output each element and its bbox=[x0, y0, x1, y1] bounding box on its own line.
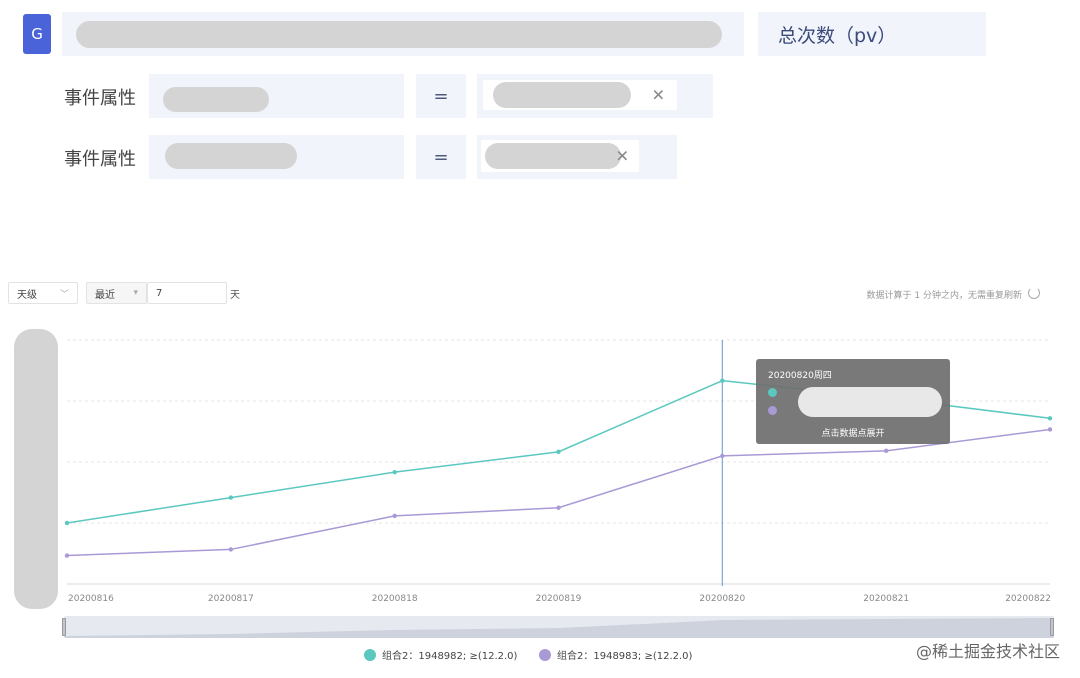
filter-2-value-box[interactable]: ✕ bbox=[477, 135, 677, 179]
slider-left-handle[interactable] bbox=[62, 618, 66, 636]
series-2-point[interactable] bbox=[64, 553, 70, 558]
series-1-point[interactable] bbox=[720, 378, 725, 383]
redacted-value-1 bbox=[493, 82, 631, 108]
tooltip-series1-dot bbox=[768, 388, 777, 397]
range-value-input[interactable]: 7 bbox=[147, 282, 227, 304]
redacted-property-2 bbox=[165, 143, 297, 169]
tooltip-title: 20200820周四 bbox=[768, 371, 832, 381]
filter-2-property[interactable] bbox=[149, 135, 404, 179]
x-tick-label: 20200819 bbox=[536, 594, 582, 604]
slider-right-handle[interactable] bbox=[1050, 618, 1054, 636]
granularity-select[interactable]: 天级 ﹀ bbox=[8, 282, 78, 304]
caret-down-icon: ▾ bbox=[133, 288, 138, 298]
x-tick-label: 20200822 bbox=[1005, 594, 1051, 604]
series-2-point[interactable] bbox=[228, 547, 234, 552]
filter-1-property[interactable] bbox=[149, 74, 404, 118]
chart-tooltip: 20200820周四 点击数据点展开 bbox=[756, 359, 950, 444]
legend-item-series2[interactable]: 组合2：1948983; ≥(12.2.0) bbox=[539, 647, 692, 662]
x-tick-label: 20200816 bbox=[68, 594, 114, 604]
legend-dot-series2 bbox=[539, 648, 551, 661]
filter-1-label: 事件属性 bbox=[64, 88, 136, 109]
granularity-value: 天级 bbox=[17, 289, 37, 301]
range-value: 7 bbox=[156, 287, 163, 299]
range-mode-select[interactable]: 最近 ▾ bbox=[86, 282, 147, 304]
filter-1-operator[interactable]: = bbox=[416, 74, 466, 118]
redacted-tooltip-values bbox=[798, 387, 942, 417]
series-2-line bbox=[66, 428, 1051, 557]
redacted-property-1 bbox=[163, 87, 269, 112]
series-1-point[interactable] bbox=[392, 469, 397, 475]
series-2-point[interactable] bbox=[720, 453, 725, 459]
group-badge[interactable]: G bbox=[23, 14, 51, 54]
filter-2-label: 事件属性 bbox=[64, 149, 136, 170]
legend-item-series1[interactable]: 组合2：1948982; ≥(12.2.0) bbox=[364, 647, 517, 662]
chevron-down-icon: ﹀ bbox=[59, 289, 69, 300]
metric-label: 总次数（pv） bbox=[778, 24, 897, 47]
data-zoom-slider[interactable] bbox=[64, 616, 1054, 638]
calc-status-text: 数据计算于 1 分钟之内，无需重复刷新 bbox=[866, 291, 1022, 301]
series-2-point[interactable] bbox=[883, 448, 889, 454]
redacted-value-2 bbox=[485, 143, 621, 169]
filter-1-value-box[interactable]: ✕ bbox=[477, 74, 713, 118]
filter-1-value-tag: ✕ bbox=[483, 80, 677, 110]
event-selector[interactable] bbox=[62, 12, 744, 56]
x-tick-label: 20200820 bbox=[699, 594, 745, 604]
close-icon[interactable]: ✕ bbox=[616, 147, 629, 166]
close-icon[interactable]: ✕ bbox=[652, 86, 665, 105]
tooltip-hint[interactable]: 点击数据点展开 bbox=[756, 426, 950, 439]
site-watermark: @稀土掘金技术社区 bbox=[915, 642, 1060, 661]
series-1-point[interactable] bbox=[556, 449, 561, 455]
redacted-event-name bbox=[76, 21, 722, 48]
legend-label-series2: 组合2：1948983; ≥(12.2.0) bbox=[557, 651, 693, 662]
refresh-icon[interactable] bbox=[1028, 287, 1040, 299]
legend-label-series1: 组合2：1948982; ≥(12.2.0) bbox=[382, 651, 518, 662]
series-1-point[interactable] bbox=[64, 520, 70, 526]
metric-selector[interactable]: 总次数（pv） bbox=[758, 12, 986, 56]
legend-dot-series1 bbox=[364, 648, 376, 661]
series-1-point[interactable] bbox=[228, 495, 234, 500]
x-tick-label: 20200821 bbox=[863, 594, 909, 604]
tooltip-series2-dot bbox=[768, 406, 777, 415]
filter-2-operator[interactable]: = bbox=[416, 135, 466, 179]
filter-2-value-tag: ✕ bbox=[481, 140, 639, 172]
series-2-point[interactable] bbox=[392, 513, 397, 519]
series-1-point[interactable] bbox=[1047, 416, 1053, 421]
series-2-point[interactable] bbox=[1047, 427, 1053, 432]
series-2-point[interactable] bbox=[556, 505, 561, 510]
x-tick-label: 20200817 bbox=[208, 594, 254, 604]
range-mode-value: 最近 bbox=[95, 289, 115, 301]
x-tick-label: 20200818 bbox=[372, 594, 418, 604]
range-unit: 天 bbox=[230, 290, 240, 301]
